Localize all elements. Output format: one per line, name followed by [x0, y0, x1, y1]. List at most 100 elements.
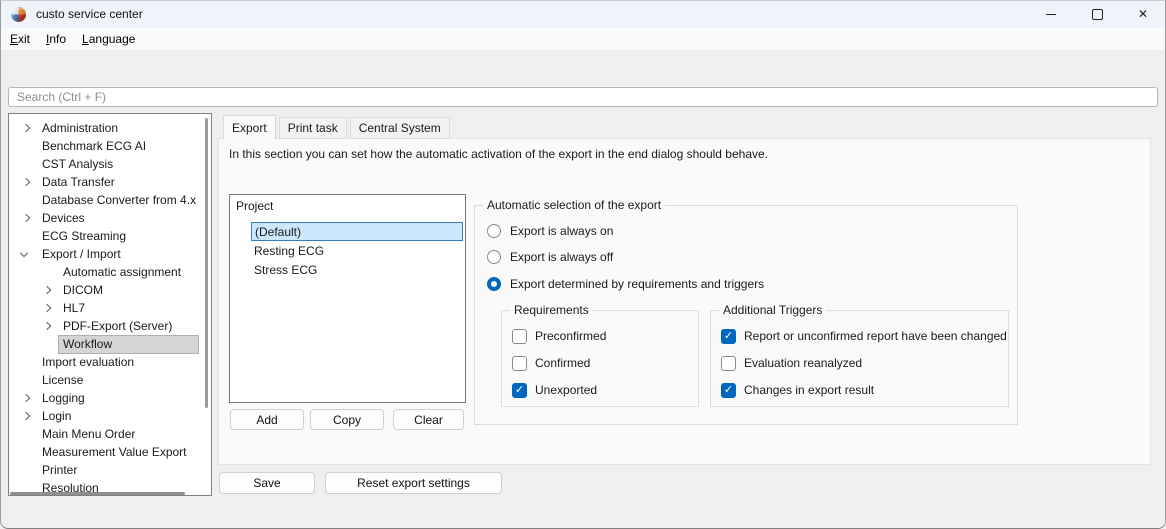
copy-button[interactable]: Copy: [310, 409, 384, 430]
checkbox-checked-icon[interactable]: ✓: [512, 383, 527, 398]
sidebar-item-label: Workflow: [59, 336, 198, 353]
list-item-resting-ecg[interactable]: Resting ECG: [251, 241, 463, 260]
close-button[interactable]: ✕: [1120, 0, 1166, 28]
menu-item-label: xit: [18, 32, 30, 46]
sidebar-item-import-evaluation[interactable]: Import evaluation: [9, 353, 211, 371]
sidebar-item-label: Data Transfer: [38, 174, 119, 191]
chevron-right-icon[interactable]: [43, 322, 51, 330]
menu-item-language[interactable]: Language: [75, 30, 142, 48]
chevron-slot: [21, 395, 38, 401]
radio-export-determined-by-requirements-and-triggers[interactable]: Export determined by requirements and tr…: [487, 276, 764, 292]
checkbox-label: Changes in export result: [744, 383, 874, 397]
tab-export[interactable]: Export: [223, 115, 276, 139]
tab-strip: ExportPrint taskCentral System: [223, 115, 450, 139]
checkbox-label: Unexported: [535, 383, 597, 397]
menu-item-exit[interactable]: Exit: [3, 30, 37, 48]
sidebar-item-administration[interactable]: Administration: [9, 119, 211, 137]
sidebar-item-label: Benchmark ECG AI: [38, 138, 150, 155]
sidebar-item-label: Administration: [38, 120, 122, 137]
sidebar-item-label: Database Converter from 4.x: [38, 192, 200, 209]
sidebar-item-export-import[interactable]: Export / Import: [9, 245, 211, 263]
tree-horizontal-scrollbar[interactable]: [10, 492, 185, 495]
sidebar-item-license[interactable]: License: [9, 371, 211, 389]
checkbox-report-or-unconfirmed-report-have-been-changed[interactable]: ✓ Report or unconfirmed report have been …: [721, 328, 1007, 344]
checkbox-label: Report or unconfirmed report have been c…: [744, 329, 1007, 343]
chevron-down-icon[interactable]: [20, 249, 28, 257]
tab-print-task[interactable]: Print task: [279, 117, 347, 139]
checkbox-unchecked-icon[interactable]: [512, 356, 527, 371]
list-item-stress-ecg[interactable]: Stress ECG: [251, 260, 463, 279]
add-button[interactable]: Add: [230, 409, 304, 430]
sidebar-item-cst-analysis[interactable]: CST Analysis: [9, 155, 211, 173]
close-icon: ✕: [1138, 8, 1148, 20]
checkbox-label: Evaluation reanalyzed: [744, 356, 862, 370]
sidebar-item-label: HL7: [59, 300, 89, 317]
reset-export-settings-button[interactable]: Reset export settings: [325, 472, 502, 494]
sidebar-item-data-transfer[interactable]: Data Transfer: [9, 173, 211, 191]
menu-item-info[interactable]: Info: [39, 30, 73, 48]
checkbox-evaluation-reanalyzed[interactable]: Evaluation reanalyzed: [721, 355, 862, 371]
settings-tree: AdministrationBenchmark ECG AICST Analys…: [8, 113, 212, 496]
chevron-right-icon[interactable]: [22, 178, 30, 186]
maximize-icon: [1092, 9, 1103, 20]
sidebar-item-label: Printer: [38, 462, 81, 479]
chevron-right-icon[interactable]: [43, 304, 51, 312]
chevron-right-icon[interactable]: [22, 394, 30, 402]
radio-label: Export determined by requirements and tr…: [510, 277, 764, 291]
radio-label: Export is always off: [510, 250, 613, 264]
requirements-group-legend: Requirements: [510, 303, 593, 317]
radio-export-is-always-on[interactable]: Export is always on: [487, 223, 613, 239]
sidebar-item-automatic-assignment[interactable]: Automatic assignment: [9, 263, 211, 281]
radio-unchecked-icon[interactable]: [487, 224, 501, 238]
chevron-right-icon[interactable]: [43, 286, 51, 294]
clear-button[interactable]: Clear: [393, 409, 464, 430]
radio-checked-icon[interactable]: [487, 277, 501, 291]
sidebar-item-benchmark-ecg-ai[interactable]: Benchmark ECG AI: [9, 137, 211, 155]
maximize-button[interactable]: [1074, 0, 1120, 28]
chevron-right-icon[interactable]: [22, 412, 30, 420]
sidebar-item-workflow[interactable]: Workflow: [9, 335, 211, 353]
checkbox-unchecked-icon[interactable]: [512, 329, 527, 344]
checkbox-unchecked-icon[interactable]: [721, 356, 736, 371]
checkbox-checked-icon[interactable]: ✓: [721, 329, 736, 344]
tab-central-system[interactable]: Central System: [350, 117, 450, 139]
sidebar-item-main-menu-order[interactable]: Main Menu Order: [9, 425, 211, 443]
requirements-group: Requirements PreconfirmedConfirmed✓Unexp…: [501, 310, 699, 407]
chevron-right-icon[interactable]: [22, 214, 30, 222]
sidebar-item-label: DICOM: [59, 282, 107, 299]
tree-vertical-scrollbar[interactable]: [205, 118, 208, 408]
chevron-slot: [42, 287, 59, 293]
checkbox-confirmed[interactable]: Confirmed: [512, 355, 590, 371]
sidebar-item-label: Measurement Value Export: [38, 444, 191, 461]
sidebar-item-logging[interactable]: Logging: [9, 389, 211, 407]
section-description: In this section you can set how the auto…: [229, 147, 768, 161]
list-item-default[interactable]: (Default): [251, 222, 463, 241]
sidebar-item-label: Export / Import: [38, 246, 125, 263]
sidebar-item-login[interactable]: Login: [9, 407, 211, 425]
radio-export-is-always-off[interactable]: Export is always off: [487, 249, 613, 265]
sidebar-item-hl7[interactable]: HL7: [9, 299, 211, 317]
sidebar-item-measurement-value-export[interactable]: Measurement Value Export: [9, 443, 211, 461]
project-list-label: Project: [236, 199, 273, 213]
sidebar-item-ecg-streaming[interactable]: ECG Streaming: [9, 227, 211, 245]
sidebar-item-label: ECG Streaming: [38, 228, 130, 245]
checkbox-preconfirmed[interactable]: Preconfirmed: [512, 328, 606, 344]
sidebar-item-devices[interactable]: Devices: [9, 209, 211, 227]
sidebar-item-printer[interactable]: Printer: [9, 461, 211, 479]
chevron-slot: [42, 305, 59, 311]
additional-triggers-group-legend: Additional Triggers: [719, 303, 826, 317]
checkbox-unexported[interactable]: ✓ Unexported: [512, 382, 597, 398]
sidebar-item-label: Login: [38, 408, 75, 425]
chevron-right-icon[interactable]: [22, 124, 30, 132]
sidebar-item-database-converter-from-4-x[interactable]: Database Converter from 4.x: [9, 191, 211, 209]
save-button[interactable]: Save: [219, 472, 315, 494]
minimize-button[interactable]: [1028, 0, 1074, 28]
sidebar-item-label: Main Menu Order: [38, 426, 139, 443]
sidebar-item-dicom[interactable]: DICOM: [9, 281, 211, 299]
sidebar-item-pdf-export-server[interactable]: PDF-Export (Server): [9, 317, 211, 335]
additional-triggers-group: Additional Triggers ✓Report or unconfirm…: [710, 310, 1009, 407]
checkbox-changes-in-export-result[interactable]: ✓ Changes in export result: [721, 382, 874, 398]
checkbox-checked-icon[interactable]: ✓: [721, 383, 736, 398]
radio-unchecked-icon[interactable]: [487, 250, 501, 264]
search-input[interactable]: [8, 87, 1158, 107]
